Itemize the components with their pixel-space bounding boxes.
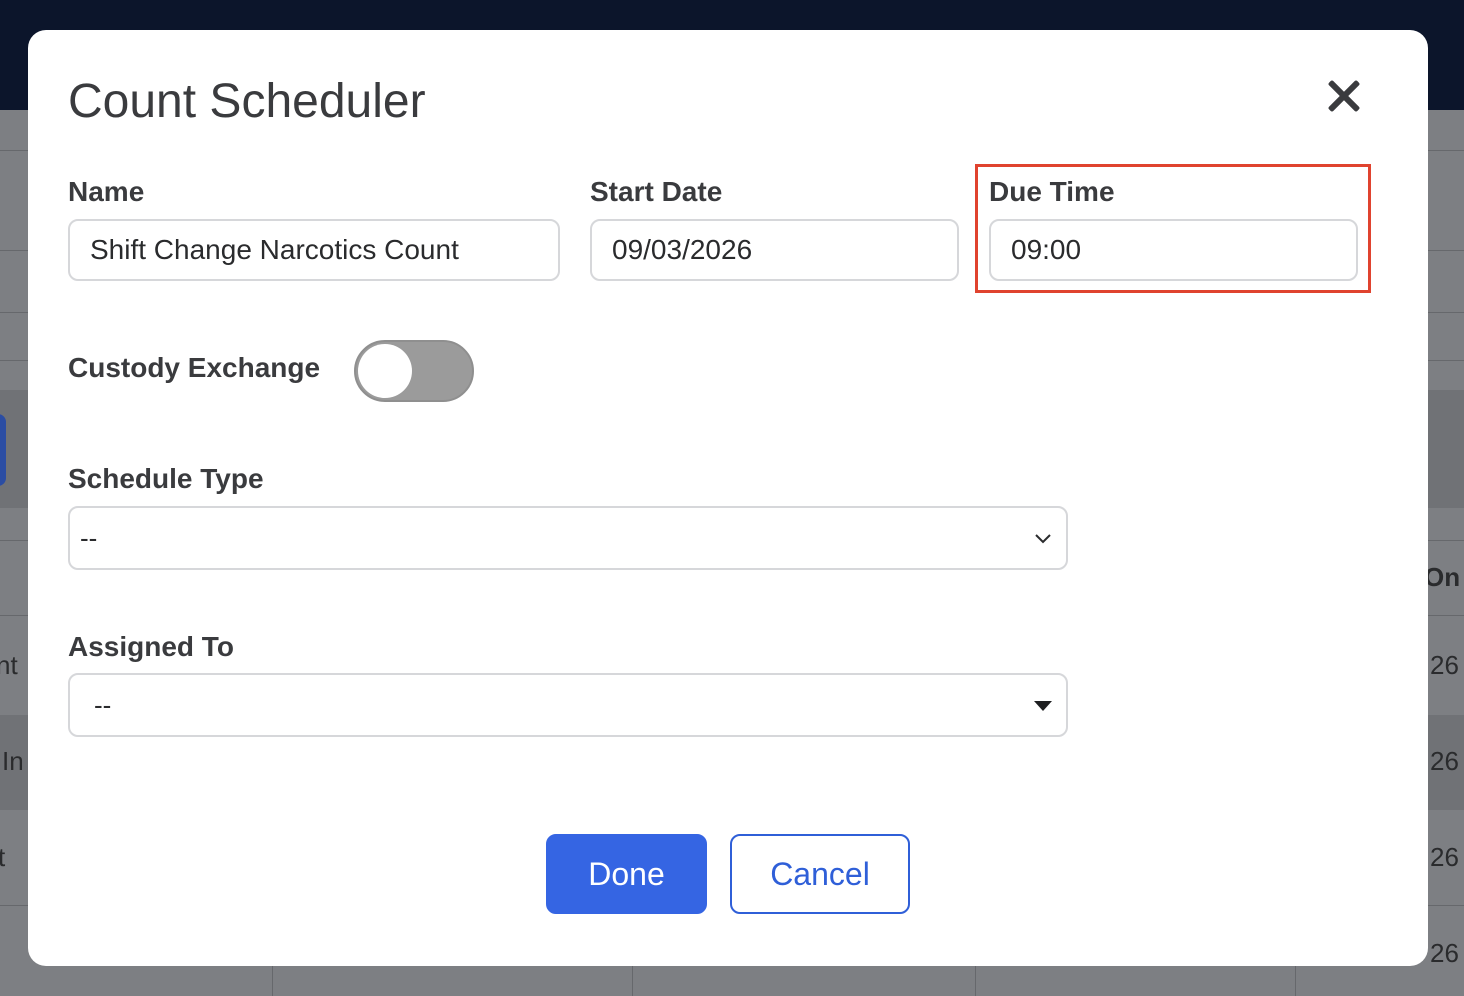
- cancel-button[interactable]: Cancel: [730, 834, 910, 914]
- done-button[interactable]: Done: [546, 834, 707, 914]
- background-cell: 26: [1430, 842, 1459, 872]
- start-date-label: Start Date: [590, 176, 723, 207]
- modal-title: Count Scheduler: [68, 75, 426, 128]
- schedule-type-value: --: [80, 523, 98, 553]
- due-time-input[interactable]: 09:00: [989, 219, 1358, 281]
- name-label: Name: [68, 176, 145, 207]
- schedule-type-label: Schedule Type: [68, 463, 264, 494]
- chevron-down-icon: [1035, 534, 1051, 544]
- background-column-header: On: [1424, 562, 1461, 592]
- background-cell: 26: [1430, 650, 1459, 680]
- start-date-input[interactable]: 09/03/2026: [590, 219, 959, 281]
- assigned-to-value: --: [94, 690, 112, 720]
- custody-exchange-label: Custody Exchange: [68, 352, 321, 383]
- count-scheduler-modal: Count Scheduler Name Shift Change Narcot…: [28, 30, 1428, 966]
- background-action-button: [0, 414, 6, 486]
- close-icon[interactable]: [1326, 78, 1362, 114]
- custody-exchange-toggle[interactable]: [354, 340, 474, 402]
- due-time-label: Due Time: [989, 176, 1115, 207]
- background-cell: t: [0, 842, 6, 872]
- background-cell: 26: [1430, 746, 1459, 776]
- name-input[interactable]: Shift Change Narcotics Count: [68, 219, 560, 281]
- background-cell: 26: [1430, 938, 1459, 968]
- background-cell: nt: [0, 650, 18, 680]
- background-cell: In: [2, 746, 24, 776]
- schedule-type-select[interactable]: --: [68, 506, 1068, 570]
- toggle-knob: [358, 344, 412, 398]
- caret-down-icon: [1034, 701, 1052, 711]
- assigned-to-label: Assigned To: [68, 631, 234, 662]
- assigned-to-select[interactable]: --: [68, 673, 1068, 737]
